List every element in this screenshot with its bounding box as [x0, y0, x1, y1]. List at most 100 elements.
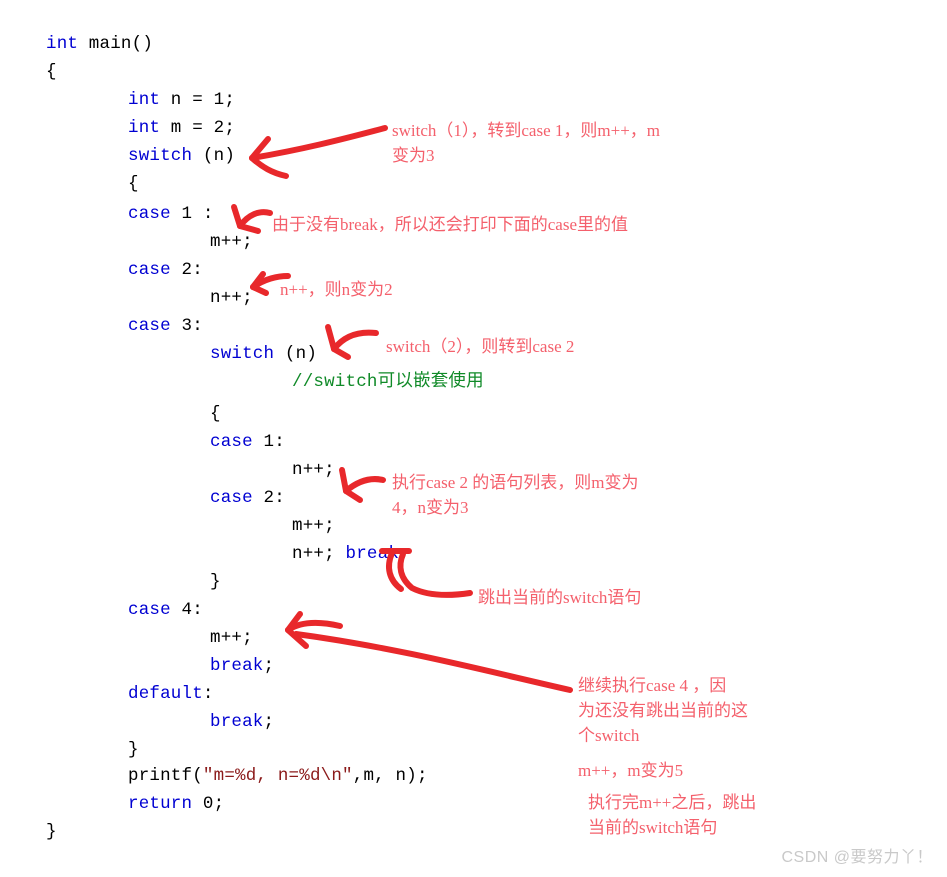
line-close-brace-2-token: } [210, 572, 221, 592]
line-break-2: break; [210, 708, 274, 736]
anno-continue-4-line: 个switch [578, 726, 640, 745]
line-break-1-token: break [210, 656, 264, 676]
line-n-inc-break-token: break [345, 544, 400, 564]
line-switch-n-token: switch [128, 146, 193, 166]
line-open-brace-token: { [46, 62, 57, 82]
line-default-token: : [202, 684, 214, 704]
line-switch-n-inner: switch (n) [210, 340, 317, 368]
line-int-main-token: main() [78, 34, 154, 54]
line-case-1: case 1 : [128, 200, 214, 228]
anno-case-2-exec: 执行case 2 的语句列表，则m变为 4，n变为3 [392, 470, 752, 520]
anno-n-inc: n++，则n变为2 [280, 277, 540, 302]
line-int-n: int n = 1; [128, 86, 235, 114]
line-break-1: break; [210, 652, 274, 680]
line-default: default: [128, 680, 214, 708]
line-m-inc-2: m++; [292, 512, 335, 540]
anno-case-2-exec-line: 4，n变为3 [392, 498, 469, 517]
line-int-n-token: int [128, 90, 161, 110]
anno-switch-2: switch（2），则转到case 2 [386, 334, 686, 359]
line-n-inc-break-token: ; [399, 544, 410, 564]
anno-break-out-line: 跳出当前的switch语句 [478, 588, 642, 607]
anno-break-out: 跳出当前的switch语句 [478, 585, 778, 610]
line-int-m: int m = 2; [128, 114, 235, 142]
anno-no-break: 由于没有break，所以还会打印下面的case里的值 [272, 212, 772, 237]
anno-no-break-line: 由于没有break，所以还会打印下面的case里的值 [272, 215, 629, 234]
line-n-inc-1: n++; [210, 284, 253, 312]
line-m-inc-3: m++; [210, 624, 253, 652]
line-m-inc-3-token: m++; [210, 628, 253, 648]
line-default-token: default [128, 684, 203, 704]
line-break-2-token: break [210, 712, 264, 732]
line-break-1-token: ; [263, 656, 275, 676]
anno-switch-1: switch（1），转到case 1，则m++，m 变为3 [392, 118, 792, 168]
line-brace-1: { [128, 170, 139, 198]
line-brace-2: { [210, 400, 221, 428]
line-open-brace: { [46, 58, 57, 86]
screenshot-root: int main(){int n = 1; int m = 2; switch (n… [0, 0, 947, 877]
line-case-2: case 2: [128, 256, 203, 284]
line-return: return 0; [128, 790, 224, 818]
line-final-brace-token: } [46, 822, 57, 842]
line-return-token: return [128, 794, 193, 814]
csdn-watermark: CSDN @要努力丫！ [781, 849, 933, 866]
anno-continue-4-line: 继续执行case 4 ，因 [578, 676, 727, 695]
line-close-brace-1-token: } [128, 740, 139, 760]
line-case-3: case 3: [128, 312, 203, 340]
line-printf: printf("m=%d, n=%d\n",m, n); [128, 762, 428, 790]
line-case-1-inner-token: case [210, 432, 253, 452]
line-switch-n-inner-token: (n) [274, 344, 318, 364]
line-n-inc-break: n++; break; [292, 540, 410, 568]
line-case-4: case 4: [128, 596, 203, 624]
anno-n-inc-line: n++，则n变为2 [280, 280, 393, 299]
line-int-n-token: n = 1; [160, 90, 236, 110]
anno-continue-4-line: 为还没有跳出当前的这 [578, 701, 748, 720]
anno-m-becomes-5-line: m++，m变为5 [578, 761, 684, 780]
line-n-inc-2-token: n++; [292, 460, 335, 480]
line-m-inc-1: m++; [210, 228, 253, 256]
line-case-2-inner: case 2: [210, 484, 285, 512]
line-n-inc-2: n++; [292, 456, 335, 484]
line-int-main-token: int [46, 34, 79, 54]
line-case-2-inner-token: 2: [252, 488, 285, 508]
line-n-inc-1-token: n++; [210, 288, 253, 308]
line-case-3-token: 3: [170, 316, 203, 336]
anno-continue-4: 继续执行case 4 ，因为还没有跳出当前的这 个switch [578, 673, 878, 748]
line-case-2-inner-token: case [210, 488, 253, 508]
line-m-inc-2-token: m++; [292, 516, 335, 536]
line-switch-n-token: (n) [192, 146, 236, 166]
anno-switch-2-line: switch（2），则转到case 2 [386, 337, 575, 356]
line-int-main: int main() [46, 30, 153, 58]
line-case-3-token: case [128, 316, 171, 336]
anno-m-becomes-5: m++，m变为5 [578, 758, 878, 783]
line-close-brace-2: } [210, 568, 221, 596]
line-case-1-inner-token: 1: [252, 432, 285, 452]
anno-switch-1-line: 变为3 [392, 146, 435, 165]
anno-switch-1-line: switch（1），转到case 1，则m++，m [392, 121, 661, 140]
line-brace-2-token: { [210, 404, 221, 424]
line-close-brace-1: } [128, 736, 139, 764]
line-m-inc-1-token: m++; [210, 232, 253, 252]
line-case-1-token: 1 : [170, 204, 214, 224]
line-brace-1-token: { [128, 174, 139, 194]
line-printf-token: ,m, n); [352, 766, 428, 786]
line-return-token: 0; [192, 794, 225, 814]
line-case-2-token: 2: [170, 260, 203, 280]
line-printf-token: "m=%d, n=%d\n" [202, 766, 353, 786]
line-case-2-token: case [128, 260, 171, 280]
line-int-m-token: int [128, 118, 161, 138]
line-int-m-token: m = 2; [160, 118, 236, 138]
line-comment-nest-token: //switch可以嵌套使用 [292, 372, 484, 392]
line-break-2-token: ; [263, 712, 275, 732]
anno-after-m-inc: 执行完m++之后，跳出 当前的switch语句 [588, 790, 888, 840]
line-comment-nest: //switch可以嵌套使用 [292, 368, 484, 396]
line-switch-n-inner-token: switch [210, 344, 275, 364]
line-case-1-token: case [128, 204, 171, 224]
line-case-4-token: 4: [170, 600, 203, 620]
line-case-1-inner: case 1: [210, 428, 285, 456]
line-n-inc-break-token: n++; [292, 544, 346, 564]
anno-after-m-inc-line: 当前的switch语句 [588, 818, 718, 837]
anno-after-m-inc-line: 执行完m++之后，跳出 [588, 793, 757, 812]
line-case-4-token: case [128, 600, 171, 620]
line-final-brace: } [46, 818, 57, 846]
anno-case-2-exec-line: 执行case 2 的语句列表，则m变为 [392, 473, 639, 492]
